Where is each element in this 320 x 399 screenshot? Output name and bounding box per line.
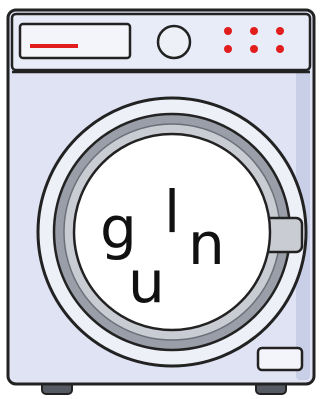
display-window bbox=[18, 22, 132, 60]
drum-letter-u: u bbox=[128, 248, 165, 316]
dial-knob bbox=[156, 24, 192, 60]
indicator-light bbox=[276, 45, 284, 53]
drum-letter-l: l bbox=[164, 178, 180, 246]
drum-letter-n: n bbox=[188, 210, 225, 278]
display-red-bar bbox=[30, 44, 78, 48]
bottom-hatch bbox=[256, 346, 304, 372]
indicator-light bbox=[250, 45, 258, 53]
indicator-light bbox=[224, 45, 232, 53]
indicator-light bbox=[250, 27, 258, 35]
indicator-light bbox=[276, 27, 284, 35]
washing-machine-illustration: g u l n bbox=[0, 0, 320, 399]
indicator-light bbox=[224, 27, 232, 35]
